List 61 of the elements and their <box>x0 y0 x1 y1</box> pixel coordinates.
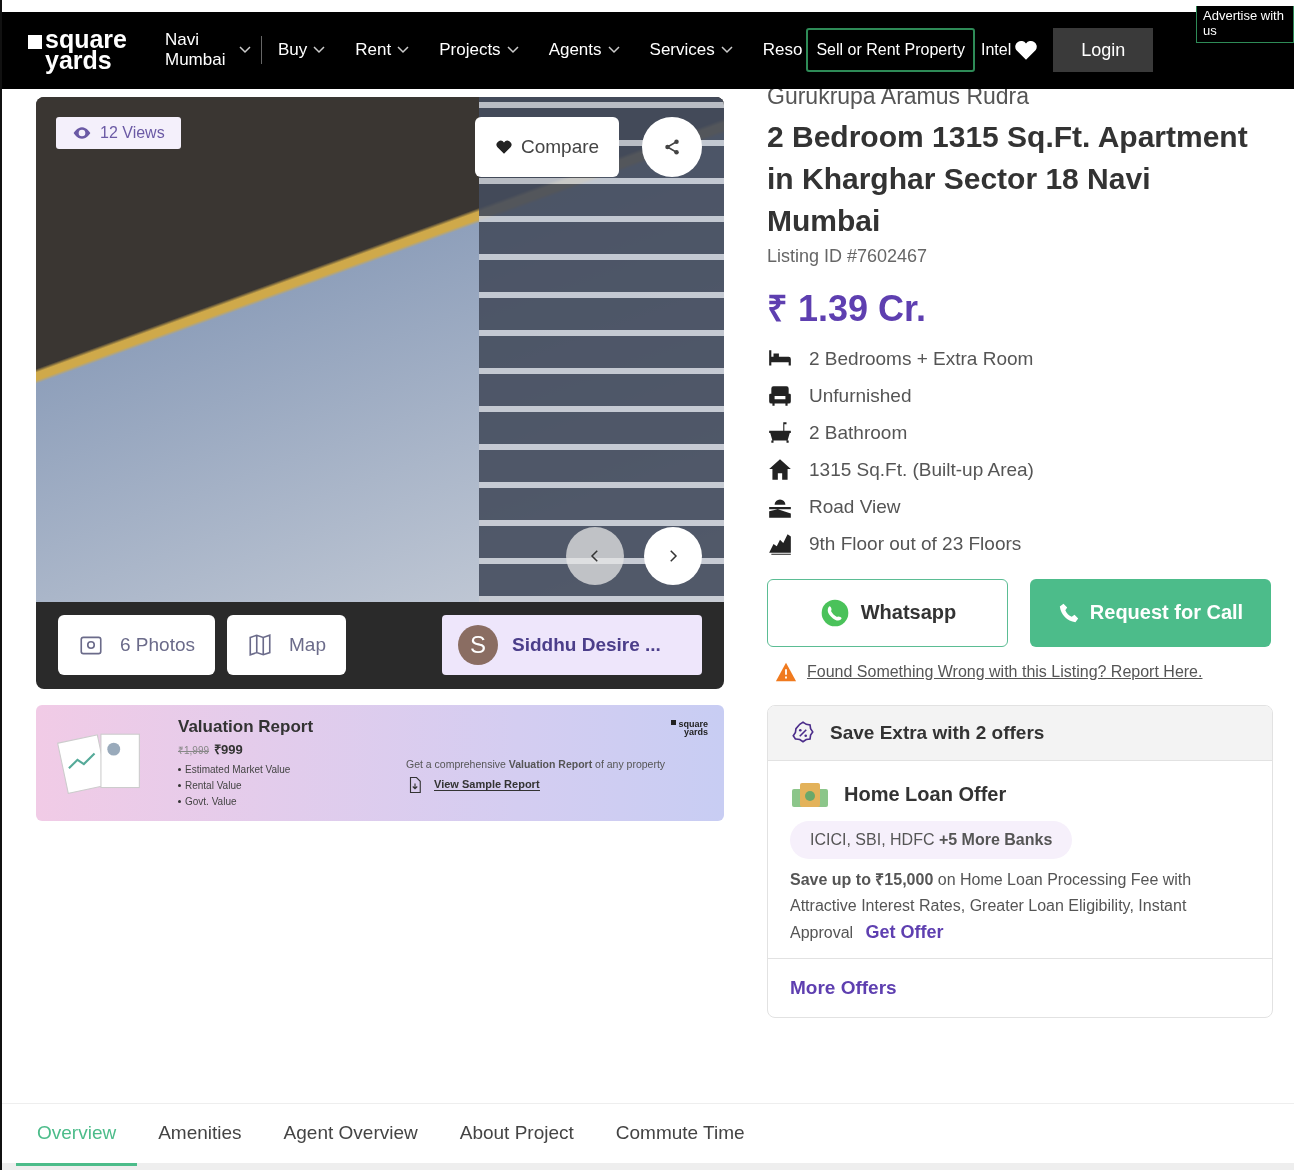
login-button[interactable]: Login <box>1053 28 1154 73</box>
bullet-dot <box>178 783 181 787</box>
feature-text: Govt. Value <box>185 794 237 809</box>
feature-text: Rental Value <box>185 778 242 793</box>
views-badge: 12 Views <box>56 116 181 149</box>
map-icon <box>247 632 273 659</box>
offer-title: Home Loan Offer <box>844 783 1007 807</box>
chevron-down-icon <box>720 46 733 55</box>
nav-menu-item[interactable]: Buy <box>278 40 326 61</box>
bath-icon <box>767 419 793 446</box>
listing-title: 2 Bedroom 1315 Sq.Ft. Apartment in Kharghar Sector 18 Navi Mumbai <box>767 118 1249 239</box>
spec-text: 2 Bathroom <box>809 421 908 444</box>
section-tab[interactable]: Agent Overview <box>262 1103 439 1166</box>
valuation-title: Valuation Report <box>178 716 315 737</box>
photos-button[interactable]: 6 Photos <box>58 615 215 676</box>
get-offer-link[interactable]: Get Offer <box>865 921 944 942</box>
avatar: S <box>458 625 498 666</box>
map-button[interactable]: Map <box>227 615 346 676</box>
nav-menu-item[interactable]: Services <box>649 40 733 61</box>
report-link[interactable]: Found Something Wrong with this Listing? Report Here. <box>807 662 1203 681</box>
listing-id: Listing ID #7602467 <box>767 245 928 267</box>
whatsapp-button[interactable]: Whatsapp <box>767 578 1008 647</box>
location-dropdown[interactable]: Navi Mumbai <box>165 30 251 71</box>
nav-menu-item[interactable]: Reso <box>762 40 803 61</box>
nav-menu-item[interactable]: Projects <box>439 40 519 61</box>
section-tab[interactable]: Amenities <box>137 1103 263 1166</box>
valuation-description: Get a comprehensive Valuation Report of any property <box>406 757 666 770</box>
banks-chip: ICICI, SBI, HDFC +5 More Banks <box>790 820 1073 859</box>
site-logo: square yards <box>671 719 708 736</box>
chevron-down-icon <box>607 46 620 55</box>
chevron-down-icon <box>506 46 519 55</box>
offer-description: Save up to ₹15,000 on Home Loan Processing Fee with Attractive Interest Rates, Greater Loan Eligibility, Instant Approval Get Offer <box>790 869 1193 944</box>
feature-text: Estimated Market Value <box>185 762 291 777</box>
bullet-dot <box>178 799 181 803</box>
agent-button[interactable]: S Siddhu Desire ... <box>442 615 702 676</box>
section-tab[interactable]: About Project <box>438 1103 595 1166</box>
chevron-down-icon <box>397 46 410 55</box>
section-tab[interactable]: Commute Time <box>594 1103 766 1166</box>
nav-link[interactable]: Intel <box>980 41 1012 60</box>
spec-text: Unfurnished <box>809 384 912 407</box>
chevron-down-icon <box>313 46 326 55</box>
old-price: ₹1,999 <box>178 743 210 757</box>
offers-title: Save Extra with 2 offers <box>830 721 1045 744</box>
site-logo[interactable]: square yards <box>28 29 127 72</box>
compare-button[interactable]: Compare <box>475 116 620 177</box>
more-offers-link[interactable]: More Offers <box>790 976 897 998</box>
sell-property-button[interactable]: Sell or Rent Property <box>806 28 975 73</box>
phone-icon <box>1057 601 1080 624</box>
nav-menu-item[interactable]: Rent <box>355 40 410 61</box>
spec-text: Road View <box>809 495 901 518</box>
nav-menu-item[interactable]: Agents <box>548 40 620 61</box>
listing-price: ₹ 1.39 Cr. <box>767 286 927 331</box>
advertise-link[interactable]: Advertise with us <box>1196 6 1294 43</box>
chevron-down-icon <box>239 46 251 55</box>
spec-text: 2 Bedrooms + Extra Room <box>809 347 1034 370</box>
bullet-dot <box>178 767 181 771</box>
share-icon <box>663 137 681 156</box>
spec-text: 9th Floor out of 23 Floors <box>809 532 1022 555</box>
spec-text: 1315 Sq.Ft. (Built-up Area) <box>809 458 1034 481</box>
sample-report-link[interactable]: View Sample Report <box>434 778 540 792</box>
valuation-price: ₹999 <box>214 740 243 758</box>
